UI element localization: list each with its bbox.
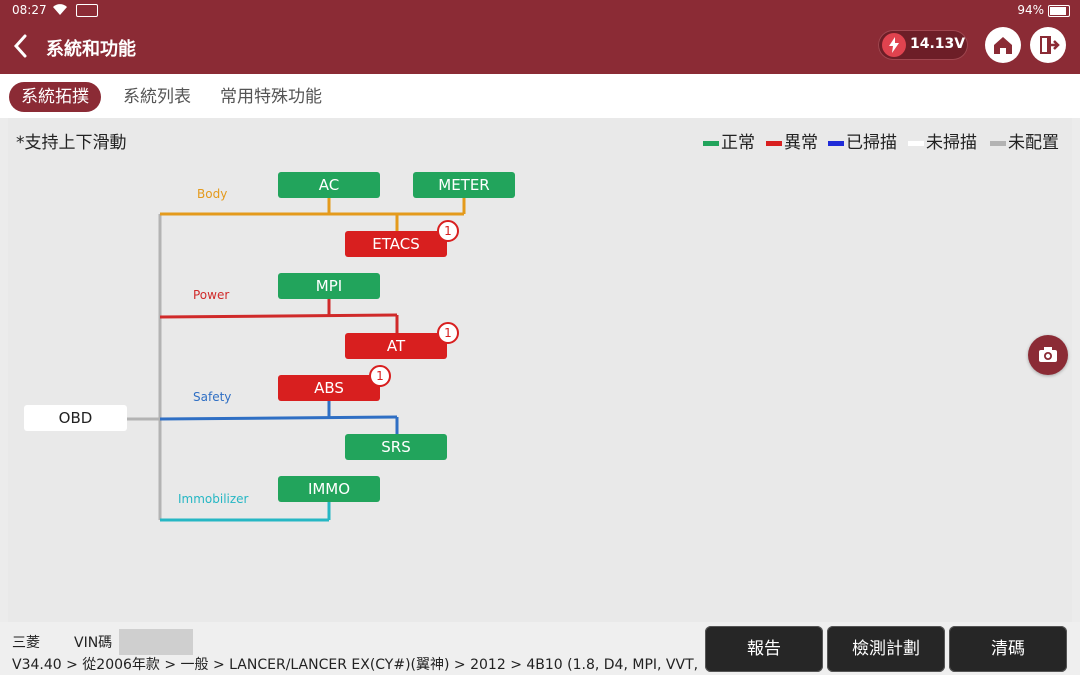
group-label-power: Power [193, 288, 230, 302]
bus-safety [159, 401, 399, 434]
fault-count-badge: 1 [437, 322, 459, 344]
node-obd[interactable]: OBD [24, 405, 127, 431]
node-srs[interactable]: SRS [345, 434, 447, 460]
vin-label: VIN碼 [74, 635, 113, 651]
node-mpi[interactable]: MPI [278, 273, 380, 299]
group-label-immobilizer: Immobilizer [178, 492, 249, 506]
group-label-safety: Safety [193, 390, 232, 404]
group-label-body: Body [197, 187, 228, 201]
topology-lines [126, 198, 466, 522]
fault-count-badge: 1 [437, 220, 459, 242]
node-immo[interactable]: IMMO [278, 476, 380, 502]
node-ac[interactable]: AC [278, 172, 380, 198]
camera-icon [1039, 347, 1057, 362]
vehicle-path: V34.40 > 從2006年款 > 一般 > LANCER/LANCER EX… [12, 657, 700, 673]
node-at[interactable]: AT [345, 333, 447, 359]
node-meter[interactable]: METER [413, 172, 515, 198]
test-plan-button[interactable]: 檢測計劃 [827, 626, 945, 672]
report-button[interactable]: 報告 [705, 626, 823, 672]
bus-power [159, 299, 399, 333]
vin-value-redacted [119, 629, 193, 655]
screenshot-button[interactable] [1028, 335, 1068, 375]
fault-count-badge: 1 [369, 365, 391, 387]
node-etacs[interactable]: ETACS [345, 231, 447, 257]
vehicle-make: 三菱 [12, 635, 40, 651]
bus-body [160, 198, 466, 231]
clear-codes-button[interactable]: 清碼 [949, 626, 1067, 672]
node-abs[interactable]: ABS [278, 375, 380, 401]
